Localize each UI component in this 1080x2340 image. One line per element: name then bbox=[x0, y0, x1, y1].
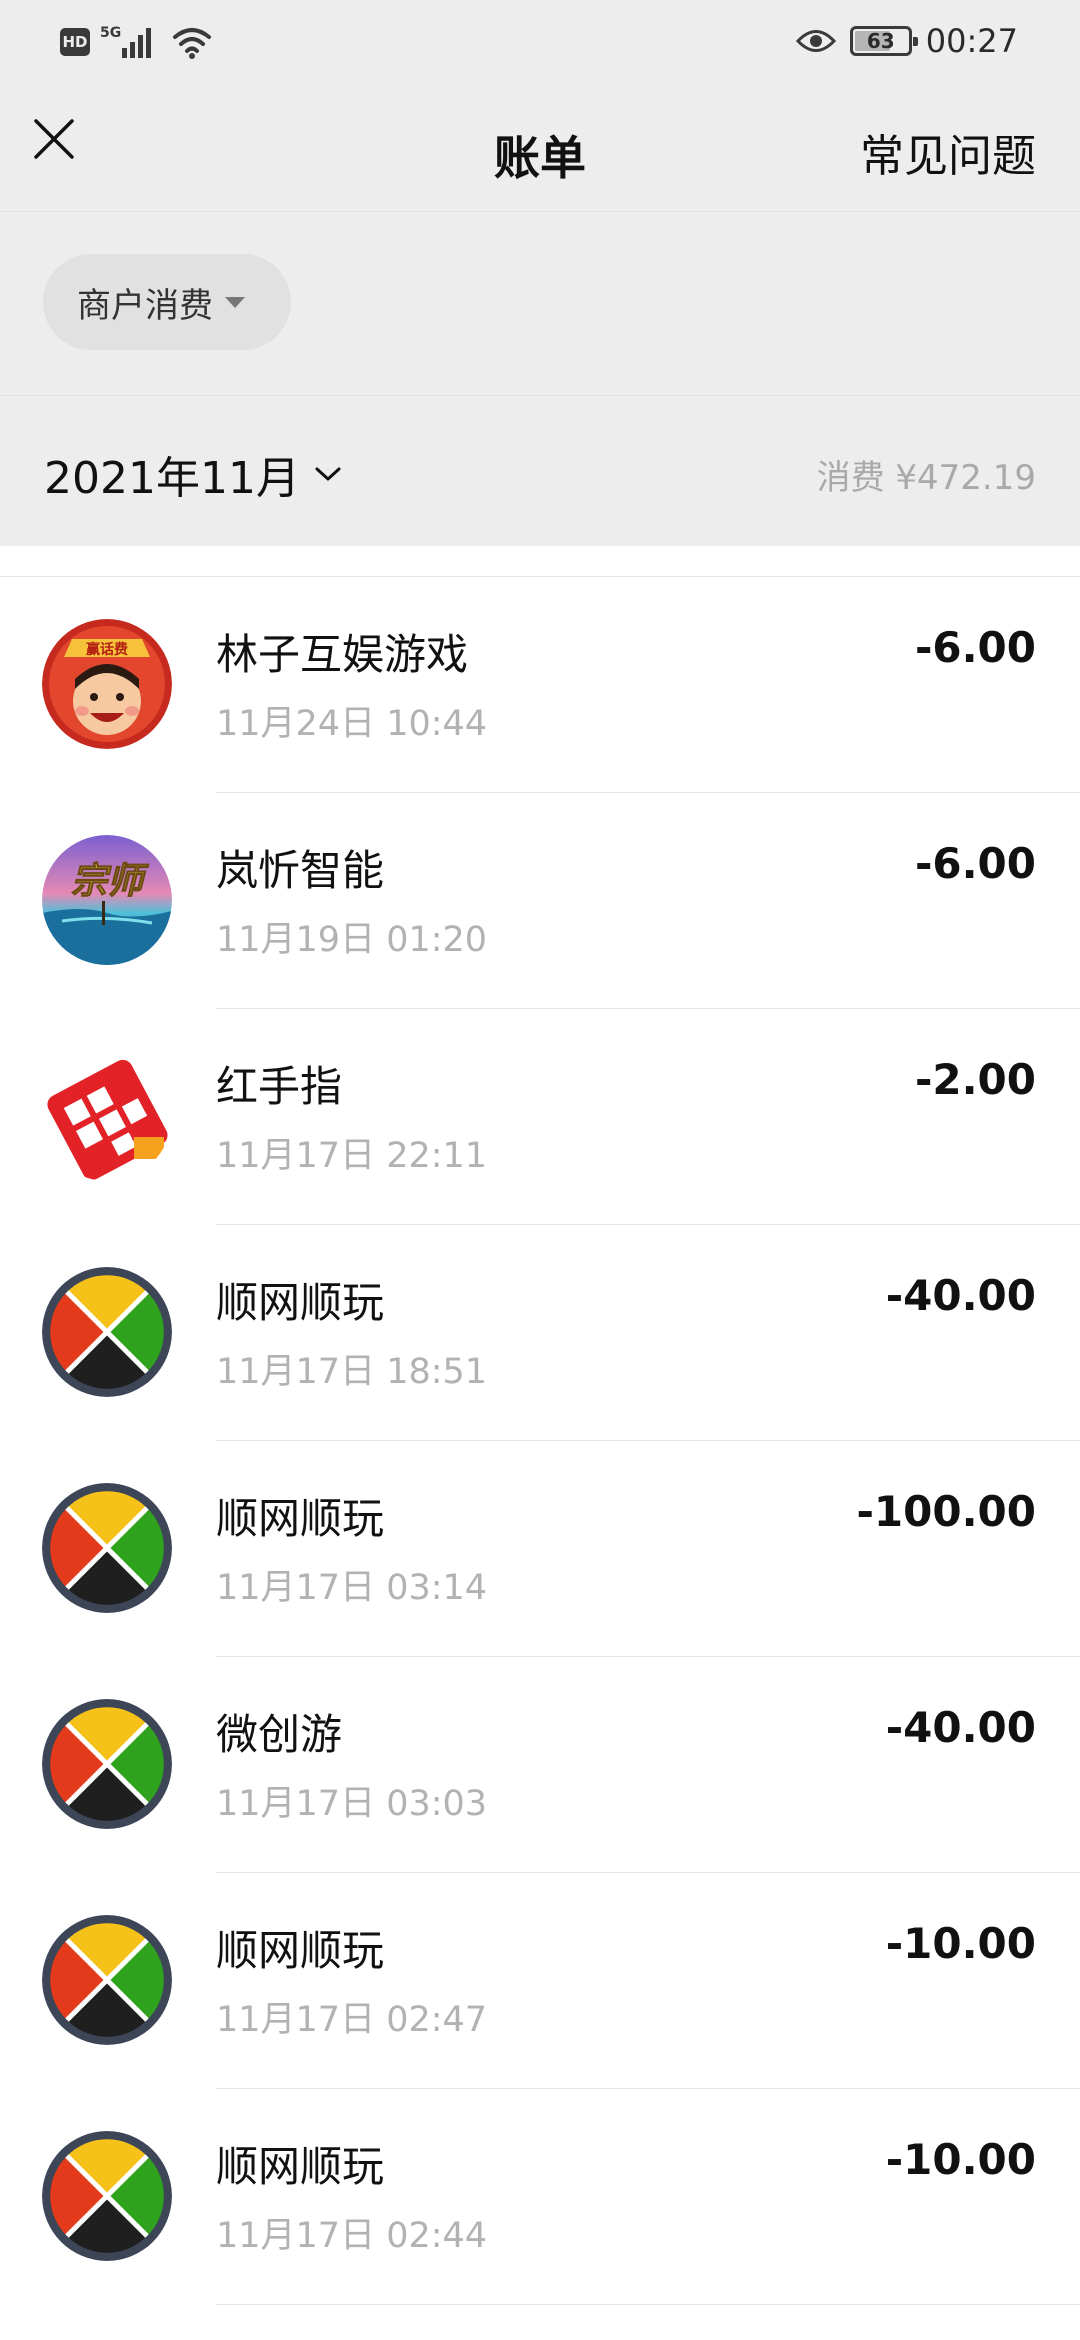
transaction-row[interactable]: 顺网顺玩 11月17日 18:51 -40.00 bbox=[0, 1225, 1080, 1441]
transaction-row[interactable]: 红手指 11月17日 22:11 -2.00 bbox=[0, 1009, 1080, 1225]
month-selector[interactable]: 2021年11月 bbox=[44, 442, 342, 506]
hd-icon: HD bbox=[60, 28, 90, 56]
merchant-name: 顺网顺玩 bbox=[216, 1926, 385, 1975]
battery-level: 63 bbox=[866, 29, 895, 53]
status-bar: HD 5G 63 00:27 bbox=[0, 0, 1080, 82]
transaction-time: 11月17日 02:44 bbox=[216, 2216, 488, 2256]
transaction-list: 赢话费 林子互娱游戏 11月24日 10:44 -6.00 宗师 岚忻智能 11… bbox=[0, 546, 1080, 2340]
transaction-amount: -10.00 bbox=[885, 2135, 1036, 2184]
transaction-amount: -6.00 bbox=[914, 839, 1036, 888]
merchant-name: 微创游 bbox=[216, 1710, 343, 1759]
eye-comfort-icon bbox=[795, 30, 836, 52]
status-left: HD 5G bbox=[60, 22, 212, 62]
merchant-name: 顺网顺玩 bbox=[216, 1494, 385, 1543]
month-label: 2021年11月 bbox=[44, 453, 300, 504]
transaction-row[interactable]: 顺网顺玩 11月17日 03:14 -100.00 bbox=[0, 1441, 1080, 1657]
merchant-name: 红手指 bbox=[216, 1062, 343, 1111]
clock: 00:27 bbox=[925, 22, 1018, 60]
shunwang-icon bbox=[42, 1483, 172, 1613]
avatar-banner-text: 赢话费 bbox=[86, 641, 128, 658]
close-button[interactable] bbox=[30, 115, 78, 163]
shunwang-icon bbox=[42, 1915, 172, 2045]
merchant-name: 岚忻智能 bbox=[216, 846, 385, 895]
close-icon bbox=[34, 119, 74, 159]
faq-link[interactable]: 常见问题 bbox=[860, 120, 1036, 184]
battery-tip bbox=[912, 37, 918, 46]
merchant-name: 林子互娱游戏 bbox=[216, 630, 469, 679]
nav-bar: 账单 常见问题 bbox=[0, 82, 1080, 212]
merchant-filter-dropdown[interactable]: 商户消费 bbox=[43, 254, 291, 350]
network-type-label: 5G bbox=[100, 25, 121, 41]
transaction-time: 11月17日 18:51 bbox=[216, 1352, 488, 1392]
transaction-row[interactable]: 顺网顺玩 11月17日 02:44 -10.00 bbox=[0, 2089, 1080, 2305]
transaction-time: 11月19日 01:20 bbox=[216, 920, 488, 960]
shunwang-icon bbox=[42, 1699, 172, 1829]
red-finger-icon bbox=[42, 1051, 172, 1181]
transaction-time: 11月17日 03:14 bbox=[216, 1568, 488, 1608]
transaction-amount: -2.00 bbox=[914, 1055, 1036, 1104]
filter-label: 商户消费 bbox=[77, 285, 213, 326]
transaction-amount: -10.00 bbox=[885, 1919, 1036, 1968]
shunwang-icon bbox=[42, 1267, 172, 1397]
transaction-row[interactable]: 宗师 岚忻智能 11月19日 01:20 -6.00 bbox=[0, 793, 1080, 1009]
signal-icon: 5G bbox=[100, 25, 151, 58]
avatar-title-text: 宗师 bbox=[71, 860, 149, 902]
divider bbox=[216, 2304, 1080, 2305]
merchant-name: 顺网顺玩 bbox=[216, 2142, 385, 2191]
transaction-amount: -40.00 bbox=[885, 1703, 1036, 1752]
transaction-amount: -40.00 bbox=[885, 1271, 1036, 1320]
shunwang-icon bbox=[42, 2131, 172, 2261]
caret-down-icon bbox=[225, 296, 245, 308]
battery-icon: 63 bbox=[849, 26, 918, 56]
filter-section: 商户消费 bbox=[0, 212, 1080, 396]
transaction-time: 11月17日 02:47 bbox=[216, 2000, 488, 2040]
transaction-amount: -100.00 bbox=[856, 1487, 1036, 1536]
status-right: 63 00:27 bbox=[795, 18, 1018, 64]
chevron-down-icon bbox=[315, 467, 341, 481]
wifi-icon bbox=[173, 28, 211, 59]
transaction-time: 11月24日 10:44 bbox=[216, 704, 488, 744]
transaction-row[interactable]: 微创游 11月17日 03:03 -40.00 bbox=[0, 1657, 1080, 1873]
seascape-avatar-icon: 宗师 bbox=[42, 835, 172, 965]
month-header: 2021年11月 消费 ¥472.19 bbox=[0, 396, 1080, 546]
transaction-row[interactable]: 赢话费 林子互娱游戏 11月24日 10:44 -6.00 bbox=[0, 577, 1080, 793]
game-avatar-icon: 赢话费 bbox=[42, 619, 172, 749]
transaction-time: 11月17日 22:11 bbox=[216, 1136, 488, 1176]
merchant-name: 顺网顺玩 bbox=[216, 1278, 385, 1327]
transaction-row[interactable]: 顺网顺玩 11月17日 02:47 -10.00 bbox=[0, 1873, 1080, 2089]
transaction-amount: -6.00 bbox=[914, 623, 1036, 672]
transaction-time: 11月17日 03:03 bbox=[216, 1784, 488, 1824]
month-total-spend: 消费 ¥472.19 bbox=[816, 458, 1036, 498]
